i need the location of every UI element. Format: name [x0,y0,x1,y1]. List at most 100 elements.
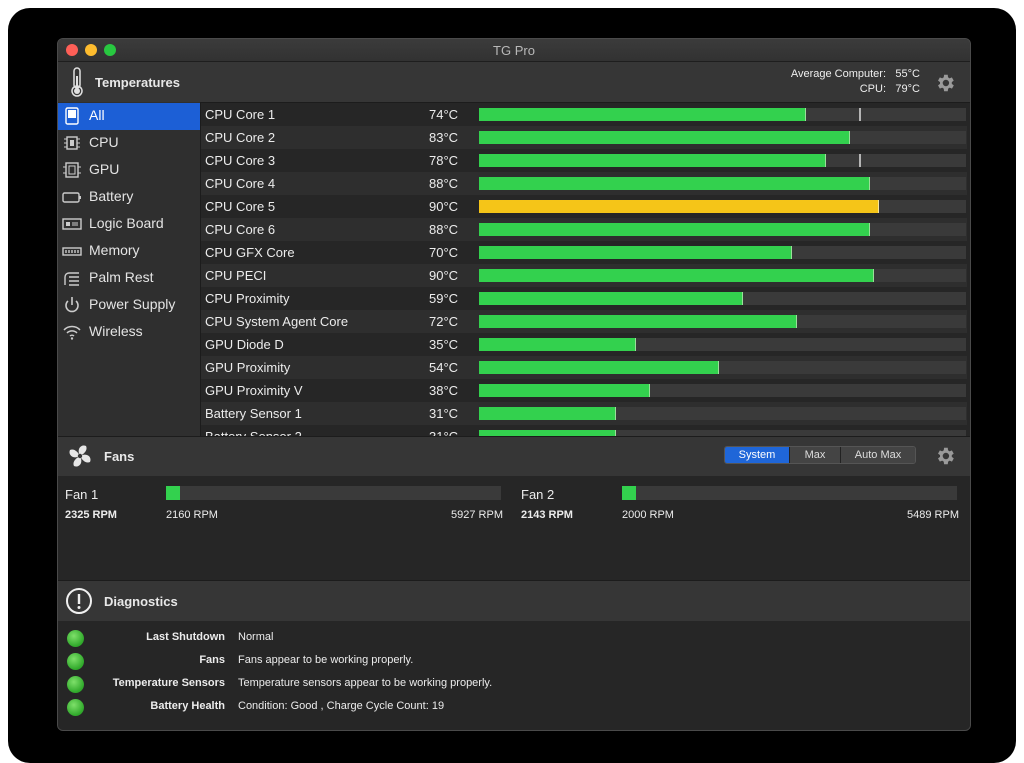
mode-max-button[interactable]: Max [789,447,840,463]
sensor-row[interactable]: CPU Core 6 88°C [201,218,967,241]
sensor-temperature: 35°C [429,337,459,352]
cpu-icon [64,136,80,150]
sensor-temperature: 88°C [429,176,459,191]
sensor-list[interactable]: CPU Core 1 74°C CPU Core 2 83°C CPU Core 3 78… [201,102,970,436]
sensor-row[interactable]: CPU Core 2 83°C [201,126,967,149]
diagnostic-text: Condition: Good , Charge Cycle Count: 19 [238,700,445,712]
window-title: TG Pro [493,43,535,58]
diagnostic-row: Last Shutdown Normal [58,627,970,650]
temperature-bar-fill [479,246,792,259]
sensor-name: CPU Core 1 [205,107,276,122]
status-ok-icon [67,699,84,716]
section-title: Fans [104,449,135,464]
sensor-temperature: 54°C [429,360,459,375]
temperature-bar [479,407,966,420]
sensor-name: CPU Core 2 [205,130,276,145]
sidebar-item-all[interactable]: All [58,103,200,130]
sensor-row[interactable]: Battery Sensor 2 31°C [201,425,967,436]
fan-2-current-rpm: 2143 RPM [521,509,573,521]
cpu-value: 79°C [895,83,920,95]
temperature-bar-fill [479,177,870,190]
sensor-name: CPU System Agent Core [205,314,349,329]
gpu-icon [63,162,81,178]
sensor-temperature: 78°C [429,153,459,168]
sensor-row[interactable]: CPU Core 1 74°C [201,103,967,126]
sensor-name: CPU Core 5 [205,199,276,214]
temperature-bar [479,292,966,305]
temperature-bar-fill [479,154,826,167]
sensor-row[interactable]: CPU Core 5 90°C [201,195,967,218]
temperature-bar-fill [479,131,850,144]
diagnostic-label: Fans [199,654,225,666]
fan-1-speed-fill [166,486,180,500]
sensor-row[interactable]: GPU Proximity V 38°C [201,379,967,402]
sensor-row[interactable]: GPU Proximity 54°C [201,356,967,379]
sensor-name: Battery Sensor 1 [205,406,302,421]
sensor-temperature: 70°C [429,245,459,260]
temperature-bar-fill [479,292,743,305]
computer-icon [65,107,79,125]
fan-1-current-rpm: 2325 RPM [65,509,117,521]
sensor-row[interactable]: CPU Proximity 59°C [201,287,967,310]
fan-icon [69,445,91,467]
sensor-name: Battery Sensor 2 [205,429,302,436]
sensor-row[interactable]: CPU PECI 90°C [201,264,967,287]
fan-mode-control[interactable]: System Max Auto Max [724,446,916,464]
gear-icon[interactable] [934,72,956,94]
wireless-icon [63,325,81,340]
temperature-bar [479,269,966,282]
max-temperature-marker [859,108,861,121]
sensor-name: CPU Proximity [205,291,290,306]
section-title: Temperatures [95,75,181,90]
sensor-name: GPU Diode D [205,337,284,352]
sensor-row[interactable]: CPU Core 3 78°C [201,149,967,172]
status-ok-icon [67,676,84,693]
sensor-row[interactable]: Battery Sensor 1 31°C [201,402,967,425]
sensor-row[interactable]: GPU Diode D 35°C [201,333,967,356]
sidebar-item-wireless[interactable]: Wireless [58,319,200,346]
sensor-name: CPU Core 3 [205,153,276,168]
sidebar-item-cpu[interactable]: CPU [58,130,200,157]
fan-2-speed-fill [622,486,636,500]
sidebar-item-logic-board[interactable]: Logic Board [58,211,200,238]
sidebar-item-label: Palm Rest [89,269,154,285]
sidebar-item-palm-rest[interactable]: Palm Rest [58,265,200,292]
section-title: Diagnostics [104,594,178,609]
temperature-bar [479,200,966,213]
sensor-temperature: 31°C [429,406,459,421]
sensor-temperature: 90°C [429,199,459,214]
fan-1-speed-bar [166,486,501,500]
diagnostic-text: Temperature sensors appear to be working… [238,677,493,689]
sidebar-item-power-supply[interactable]: Power Supply [58,292,200,319]
sidebar-item-battery[interactable]: Battery [58,184,200,211]
sidebar-item-gpu[interactable]: GPU [58,157,200,184]
temperature-bar-fill [479,223,870,236]
gear-icon[interactable] [934,445,956,467]
alert-icon [66,588,92,614]
temperature-bar [479,131,966,144]
temperature-bar-fill [479,315,797,328]
temperature-bar [479,384,966,397]
title-bar: TG Pro [58,39,970,62]
status-ok-icon [67,630,84,647]
temperature-bar-fill [479,407,616,420]
fan-1-max-rpm: 5927 RPM [451,509,503,521]
temperature-bar-fill [479,269,874,282]
diagnostic-row: Battery Health Condition: Good , Charge … [58,696,970,719]
thermometer-icon [71,67,83,97]
sidebar-item-label: All [89,107,105,123]
sensor-row[interactable]: CPU Core 4 88°C [201,172,967,195]
average-label: Average Computer: [790,68,886,80]
temperature-bar [479,108,966,121]
temperature-bar-fill [479,338,636,351]
mode-auto-max-button[interactable]: Auto Max [840,447,915,463]
sidebar-item-memory[interactable]: Memory [58,238,200,265]
sensor-temperature: 38°C [429,383,459,398]
temperature-bar [479,315,966,328]
temperature-bar [479,154,966,167]
sensor-row[interactable]: CPU GFX Core 70°C [201,241,967,264]
diagnostic-label: Last Shutdown [146,631,225,643]
sensor-name: CPU Core 4 [205,176,276,191]
mode-system-button[interactable]: System [725,447,789,463]
sensor-row[interactable]: CPU System Agent Core 72°C [201,310,967,333]
